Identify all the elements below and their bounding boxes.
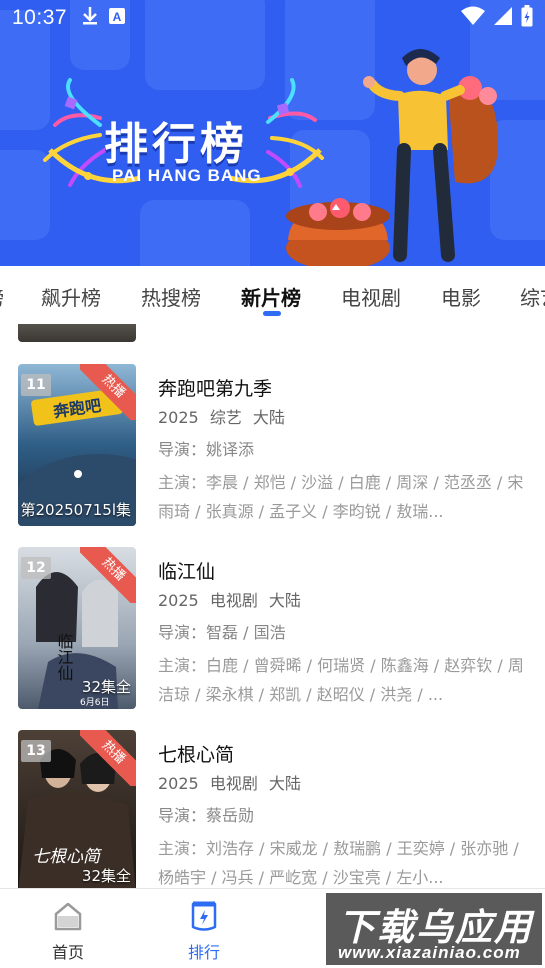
poster-logo-text: 七根心简: [32, 847, 103, 867]
item-title: 临江仙: [158, 561, 216, 583]
poster-image: 临江仙 6月6日 12 热播 32集全: [18, 547, 136, 709]
list-item[interactable]: 临江仙 6月6日 12 热播 32集全 临江仙 2025 电视剧 大陆 导演：智…: [0, 547, 545, 709]
nav-home[interactable]: 首页: [28, 901, 108, 963]
item-year: 2025: [158, 591, 199, 610]
nav-ranking-label: 排行: [187, 943, 220, 962]
tab-hot-search[interactable]: 热搜榜: [141, 282, 201, 311]
item-cast: 主演：白鹿 / 曾舜晞 / 何瑞贤 / 陈鑫海 / 赵弈钦 / 周洁琼 / 梁永…: [158, 656, 524, 704]
list-item[interactable]: 七根心简 13 热播 32集全 七根心简 2025 电视剧 大陆 导演：蔡岳勋 …: [0, 730, 545, 888]
nav-home-label: 首页: [51, 943, 84, 962]
item-genre: 电视剧: [209, 591, 258, 610]
item-meta: 2025 电视剧 大陆: [158, 587, 530, 611]
item-year: 2025: [158, 774, 199, 793]
banner-subtitle: PAI HANG BANG: [112, 166, 262, 185]
download-icon: [81, 6, 99, 30]
ranking-banner: 10:37 A 排行榜 PAI HANG BANG: [0, 0, 545, 266]
item-title: 奔跑吧第九季: [158, 378, 273, 400]
poster-logo-text: 临江仙: [55, 633, 74, 681]
item-director: 导演：姚译添: [158, 440, 255, 459]
ranking-list: 奔跑吧 11 热播 第20250715l集 奔跑吧第九季 2025 综艺 大陆 …: [0, 324, 545, 888]
episode-label: 32集全: [81, 867, 131, 885]
item-region: 大陆: [252, 408, 285, 427]
list-item[interactable]: 奔跑吧 11 热播 第20250715l集 奔跑吧第九季 2025 综艺 大陆 …: [0, 364, 545, 526]
svg-text:A: A: [113, 10, 122, 24]
tab-tv-series[interactable]: 电视剧: [341, 282, 401, 311]
status-bar: 10:37 A: [0, 0, 545, 36]
hot-badge: 热播: [80, 730, 136, 786]
item-cast: 主演：李晨 / 郑恺 / 沙溢 / 白鹿 / 周深 / 范丞丞 / 宋雨琦 / …: [158, 473, 524, 521]
signal-icon: [493, 6, 513, 30]
banner-title: 排行榜: [104, 119, 248, 170]
item-region: 大陆: [268, 774, 301, 793]
ranking-icon: [188, 901, 220, 935]
episode-label: 32集全: [81, 678, 131, 696]
rank-badge: 13: [21, 740, 51, 762]
banner-illustration: [43, 49, 499, 266]
a-notification-icon: A: [109, 8, 126, 28]
tab-variety[interactable]: 综艺: [520, 282, 545, 311]
wifi-icon: [461, 6, 485, 30]
nav-ranking[interactable]: 排行: [164, 901, 244, 963]
rank-badge: 12: [21, 557, 51, 579]
item-cast: 主演：刘浩存 / 宋威龙 / 敖瑞鹏 / 王奕婷 / 张亦驰 / 杨皓宇 / 冯…: [158, 839, 519, 887]
item-meta: 2025 电视剧 大陆: [158, 770, 530, 794]
item-director: 导演：蔡岳勋: [158, 806, 255, 825]
item-genre: 电视剧: [209, 774, 258, 793]
item-director: 导演：智磊 / 国浩: [158, 623, 286, 642]
hot-badge: 热播: [80, 364, 136, 420]
site-watermark: 下载乌应用 www.xiazainiao.com: [323, 890, 545, 968]
item-title: 七根心简: [158, 744, 235, 766]
home-icon: [52, 902, 84, 935]
poster-date-text: 6月6日: [80, 697, 109, 708]
episode-label: 第20250715l集: [20, 501, 131, 519]
rank-badge: 11: [21, 374, 51, 396]
item-meta: 2025 综艺 大陆: [158, 404, 530, 428]
poster-image: 七根心简 13 热播 32集全: [18, 730, 136, 888]
tab-partial-left[interactable]: 榜: [0, 282, 4, 311]
battery-icon: [521, 5, 533, 31]
tab-new-releases[interactable]: 新片榜: [241, 282, 301, 311]
tab-movies[interactable]: 电影: [441, 282, 481, 311]
status-time: 10:37: [12, 6, 68, 29]
item-region: 大陆: [268, 591, 301, 610]
hot-badge: 热播: [80, 547, 136, 603]
ranking-tabs: 榜 飙升榜 热搜榜 新片榜 电视剧 电影 综艺: [0, 266, 545, 324]
item-year: 2025: [158, 408, 199, 427]
poster-image: 奔跑吧 11 热播 第20250715l集: [18, 364, 136, 526]
item-genre: 综艺: [209, 408, 242, 427]
active-tab-indicator: [263, 311, 281, 316]
watermark-url-text: www.xiazainiao.com: [338, 943, 521, 962]
previous-item-poster-partial: [18, 324, 136, 342]
tab-rising[interactable]: 飙升榜: [41, 282, 101, 311]
